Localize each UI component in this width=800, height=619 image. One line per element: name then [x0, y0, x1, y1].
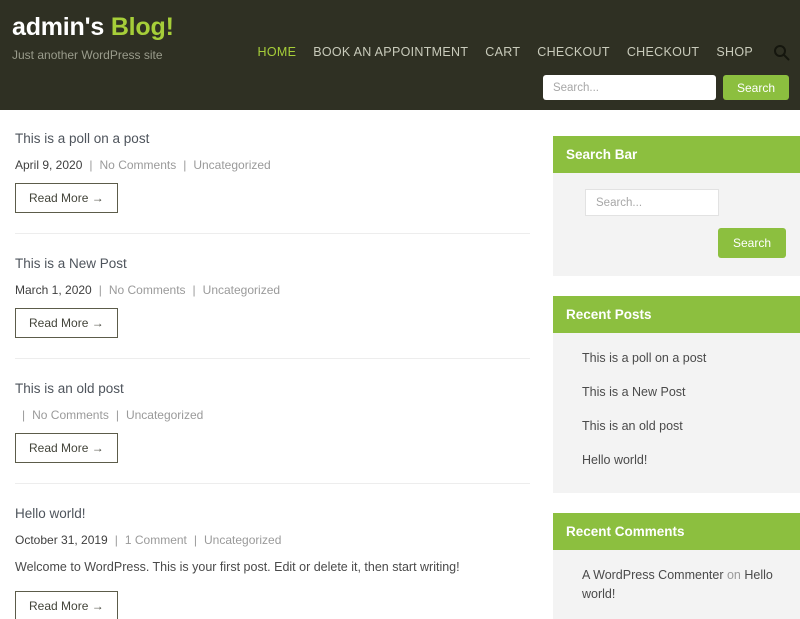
post-item: Hello world! October 31, 2019 | 1 Commen… — [15, 483, 530, 619]
meta-separator: | — [183, 158, 187, 172]
post-list: This is a poll on a post April 9, 2020 |… — [0, 131, 530, 619]
widget-recent-posts: Recent Posts This is a poll on a post Th… — [553, 296, 800, 493]
post-date: March 1, 2020 — [15, 283, 92, 297]
meta-separator: | — [115, 408, 119, 422]
post-comments-link[interactable]: No Comments — [100, 158, 177, 172]
comment-author-link[interactable]: A WordPress Commenter — [582, 568, 723, 582]
nav-item-book-an-appointment[interactable]: BOOK AN APPOINTMENT — [313, 45, 468, 59]
comment-on-label: on — [726, 568, 741, 582]
post-date: October 31, 2019 — [15, 533, 108, 547]
meta-separator: | — [22, 408, 26, 422]
post-item: This is an old post | No Comments | Unca… — [15, 358, 530, 483]
post-excerpt: Welcome to WordPress. This is your first… — [15, 560, 460, 574]
sidebar-search-row — [567, 189, 786, 216]
list-item: This is an old post — [582, 417, 786, 435]
post-meta: October 31, 2019 | 1 Comment | Uncategor… — [15, 533, 530, 547]
recent-post-link[interactable]: This is a New Post — [582, 385, 686, 399]
post-meta: | No Comments | Uncategorized — [15, 408, 530, 422]
meta-separator: | — [98, 283, 102, 297]
meta-separator: | — [193, 533, 198, 547]
nav-item-home[interactable]: HOME — [258, 45, 297, 59]
post-category-link[interactable]: Uncategorized — [204, 533, 281, 547]
list-item: This is a poll on a post — [582, 349, 786, 367]
widget-title: Recent Comments — [553, 513, 800, 550]
header-search-button[interactable]: Search — [722, 75, 789, 100]
nav-item-cart[interactable]: CART — [485, 45, 520, 59]
site-title-part2: Blog! — [110, 13, 174, 41]
header-search-form: Search — [542, 75, 789, 100]
recent-post-link[interactable]: This is a poll on a post — [582, 351, 706, 365]
post-item: This is a New Post March 1, 2020 | No Co… — [15, 233, 530, 358]
widget-body: This is a poll on a post This is a New P… — [553, 333, 800, 493]
list-item: This is a New Post — [582, 383, 786, 401]
widget-search-bar: Search Bar Search — [553, 136, 800, 276]
widget-body: Search — [553, 173, 800, 276]
post-comments-link[interactable]: No Comments — [109, 283, 186, 297]
post-category-link[interactable]: Uncategorized — [203, 283, 280, 297]
page-wrapper: This is a poll on a post April 9, 2020 |… — [0, 110, 800, 619]
search-icon[interactable] — [772, 43, 790, 61]
post-comments-link[interactable]: No Comments — [32, 408, 109, 422]
widget-title: Recent Posts — [553, 296, 800, 333]
site-header: admin's Blog! Just another WordPress sit… — [0, 0, 800, 110]
recent-posts-list: This is a poll on a post This is a New P… — [567, 349, 786, 469]
list-item: Hello world! — [582, 451, 786, 469]
sidebar-search-button-row: Search — [567, 228, 786, 258]
read-more-button[interactable]: Read More → — [15, 308, 118, 338]
recent-comments-list: A WordPress Commenter on Hello world! — [567, 566, 786, 605]
widget-recent-comments: Recent Comments A WordPress Commenter on… — [553, 513, 800, 619]
recent-post-link[interactable]: This is an old post — [582, 419, 683, 433]
read-more-button[interactable]: Read More → — [15, 183, 118, 213]
sidebar-search-input[interactable] — [585, 189, 719, 216]
site-branding: admin's Blog! Just another WordPress sit… — [12, 13, 174, 62]
post-item: This is a poll on a post April 9, 2020 |… — [15, 131, 530, 233]
header-search-input[interactable] — [542, 75, 716, 100]
sidebar-search-button[interactable]: Search — [717, 228, 786, 258]
nav-item-checkout-1[interactable]: CHECKOUT — [537, 45, 610, 59]
post-title[interactable]: This is an old post — [15, 381, 530, 396]
read-more-button[interactable]: Read More → — [15, 433, 118, 463]
meta-separator: | — [114, 533, 118, 547]
meta-separator: | — [89, 158, 93, 172]
sidebar: Search Bar Search Recent Posts This is a… — [530, 131, 800, 619]
read-more-button[interactable]: Read More → — [15, 590, 118, 619]
post-date: April 9, 2020 — [15, 158, 83, 172]
nav-item-checkout-2[interactable]: CHECKOUT — [627, 45, 700, 59]
widget-title: Search Bar — [553, 136, 800, 173]
site-title[interactable]: admin's Blog! — [12, 13, 174, 42]
meta-separator: | — [192, 283, 196, 297]
post-comments-link[interactable]: 1 Comment — [125, 533, 187, 547]
site-tagline: Just another WordPress site — [12, 47, 163, 62]
primary-navigation: HOME BOOK AN APPOINTMENT CART CHECKOUT C… — [258, 43, 790, 61]
site-title-part1: admin's — [12, 13, 105, 41]
post-meta: April 9, 2020 | No Comments | Uncategori… — [15, 158, 530, 172]
post-meta: March 1, 2020 | No Comments | Uncategori… — [15, 283, 530, 297]
post-title[interactable]: Hello world! — [15, 506, 530, 521]
post-category-link[interactable]: Uncategorized — [193, 158, 270, 172]
post-title[interactable]: This is a New Post — [15, 256, 530, 271]
list-item: A WordPress Commenter on Hello world! — [582, 566, 786, 605]
widget-body: A WordPress Commenter on Hello world! — [553, 550, 800, 619]
post-title[interactable]: This is a poll on a post — [15, 131, 530, 146]
nav-item-shop[interactable]: SHOP — [716, 45, 753, 59]
post-category-link[interactable]: Uncategorized — [126, 408, 203, 422]
recent-post-link[interactable]: Hello world! — [582, 453, 647, 467]
